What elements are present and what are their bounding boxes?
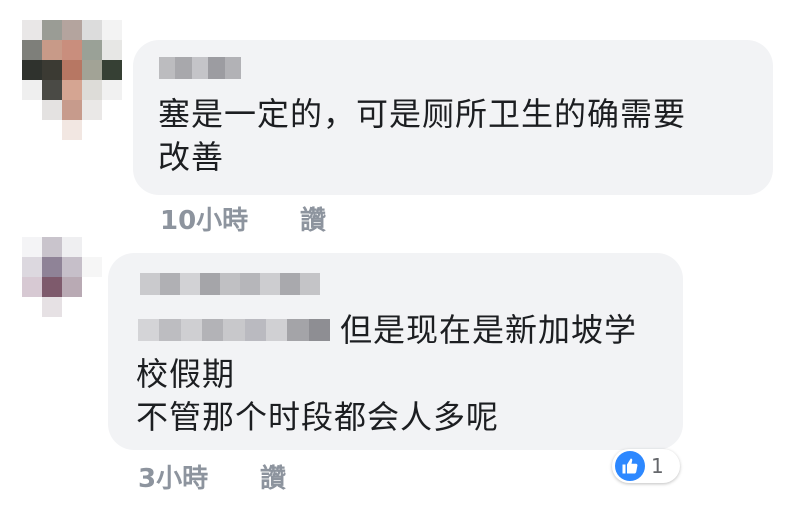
avatar-mosaic-cell bbox=[42, 40, 62, 60]
commenter-name-redacted[interactable] bbox=[140, 273, 320, 295]
reaction-count: 1 bbox=[651, 454, 664, 478]
avatar-mosaic-cell bbox=[22, 277, 42, 297]
avatar-mosaic-cell bbox=[102, 20, 122, 40]
avatar-mosaic-cell bbox=[22, 120, 42, 140]
avatar-mosaic-cell bbox=[62, 60, 82, 80]
redaction-block bbox=[191, 57, 209, 79]
avatar-mosaic-cell bbox=[82, 40, 102, 60]
commenter-avatar[interactable] bbox=[22, 237, 102, 317]
comment-timestamp[interactable]: 10小時 bbox=[160, 200, 248, 237]
avatar-mosaic-cell bbox=[22, 257, 42, 277]
redaction-block bbox=[239, 273, 260, 295]
avatar-mosaic-cell bbox=[22, 80, 42, 100]
avatar-mosaic-cell bbox=[82, 257, 102, 277]
avatar-mosaic-cell bbox=[82, 100, 102, 120]
avatar-mosaic-cell bbox=[42, 60, 62, 80]
redaction-block bbox=[244, 319, 266, 341]
redaction-block bbox=[140, 273, 160, 295]
avatar-mosaic-cell bbox=[82, 277, 102, 297]
redaction-block bbox=[138, 319, 160, 341]
avatar-mosaic-cell bbox=[62, 277, 82, 297]
comment-text-line: 但是现在是新加坡学 bbox=[340, 311, 638, 349]
like-button[interactable]: 讚 bbox=[260, 458, 286, 495]
redaction-block bbox=[199, 273, 220, 295]
comment-bubble: 但是现在是新加坡学 校假期 不管那个时段都会人多呢 bbox=[108, 253, 683, 450]
comment-text-line: 改善 bbox=[158, 138, 225, 176]
redaction-block bbox=[208, 57, 225, 79]
commenter-avatar[interactable] bbox=[22, 20, 122, 140]
avatar-mosaic-cell bbox=[42, 237, 62, 257]
mentioned-name-redacted[interactable] bbox=[138, 319, 330, 341]
avatar-mosaic-cell bbox=[82, 80, 102, 100]
avatar-mosaic-cell bbox=[62, 100, 82, 120]
avatar-mosaic-cell bbox=[42, 297, 62, 317]
redaction-block bbox=[179, 273, 200, 295]
redaction-block bbox=[279, 273, 300, 295]
redaction-block bbox=[159, 319, 181, 341]
avatar-mosaic-cell bbox=[62, 40, 82, 60]
avatar-mosaic-cell bbox=[62, 120, 82, 140]
redaction-block bbox=[175, 57, 192, 79]
avatar-mosaic-cell bbox=[22, 20, 42, 40]
avatar-mosaic-cell bbox=[62, 257, 82, 277]
avatar-mosaic-cell bbox=[22, 40, 42, 60]
redaction-block bbox=[259, 273, 280, 295]
redaction-block bbox=[299, 273, 320, 295]
avatar-mosaic-cell bbox=[102, 120, 122, 140]
commenter-name-redacted[interactable] bbox=[159, 57, 241, 79]
comment-bubble: 塞是一定的，可是厕所卫生的确需要 改善 bbox=[133, 40, 773, 195]
avatar-mosaic-cell bbox=[102, 100, 122, 120]
redaction-block bbox=[159, 57, 176, 79]
avatar-mosaic-cell bbox=[62, 80, 82, 100]
avatar-mosaic-cell bbox=[22, 237, 42, 257]
thumbs-up-icon bbox=[615, 451, 645, 481]
avatar-mosaic-cell bbox=[42, 257, 62, 277]
avatar-mosaic-cell bbox=[82, 237, 102, 257]
redaction-block bbox=[180, 319, 202, 341]
redaction-block bbox=[223, 319, 245, 341]
avatar-mosaic-cell bbox=[42, 277, 62, 297]
avatar-mosaic-cell bbox=[42, 100, 62, 120]
avatar-mosaic-cell bbox=[82, 297, 102, 317]
like-button[interactable]: 讚 bbox=[300, 200, 326, 237]
avatar-mosaic-cell bbox=[42, 120, 62, 140]
avatar-mosaic-cell bbox=[82, 120, 102, 140]
avatar-mosaic-cell bbox=[102, 40, 122, 60]
avatar-mosaic-cell bbox=[22, 100, 42, 120]
avatar-mosaic-cell bbox=[102, 60, 122, 80]
avatar-mosaic-cell bbox=[82, 60, 102, 80]
redaction-block bbox=[219, 273, 240, 295]
comment-text-line: 塞是一定的，可是厕所卫生的确需要 bbox=[158, 95, 687, 133]
redaction-block bbox=[224, 57, 241, 79]
redaction-block bbox=[265, 319, 288, 341]
avatar-mosaic-cell bbox=[62, 297, 82, 317]
avatar-mosaic-cell bbox=[22, 60, 42, 80]
comment-text-line: 校假期 bbox=[136, 355, 236, 393]
redaction-block bbox=[201, 319, 224, 341]
avatar-mosaic-cell bbox=[22, 297, 42, 317]
avatar-mosaic-cell bbox=[62, 20, 82, 40]
reaction-summary[interactable]: 1 bbox=[612, 449, 680, 483]
avatar-mosaic-cell bbox=[82, 20, 102, 40]
avatar-mosaic-cell bbox=[42, 20, 62, 40]
redaction-block bbox=[287, 319, 309, 341]
avatar-mosaic-cell bbox=[102, 80, 122, 100]
avatar-mosaic-cell bbox=[42, 80, 62, 100]
avatar-mosaic-cell bbox=[62, 237, 82, 257]
comment-timestamp[interactable]: 3小時 bbox=[138, 458, 208, 495]
redaction-block bbox=[308, 319, 330, 341]
redaction-block bbox=[159, 273, 180, 295]
comment-text-line: 不管那个时段都会人多呢 bbox=[136, 398, 500, 436]
